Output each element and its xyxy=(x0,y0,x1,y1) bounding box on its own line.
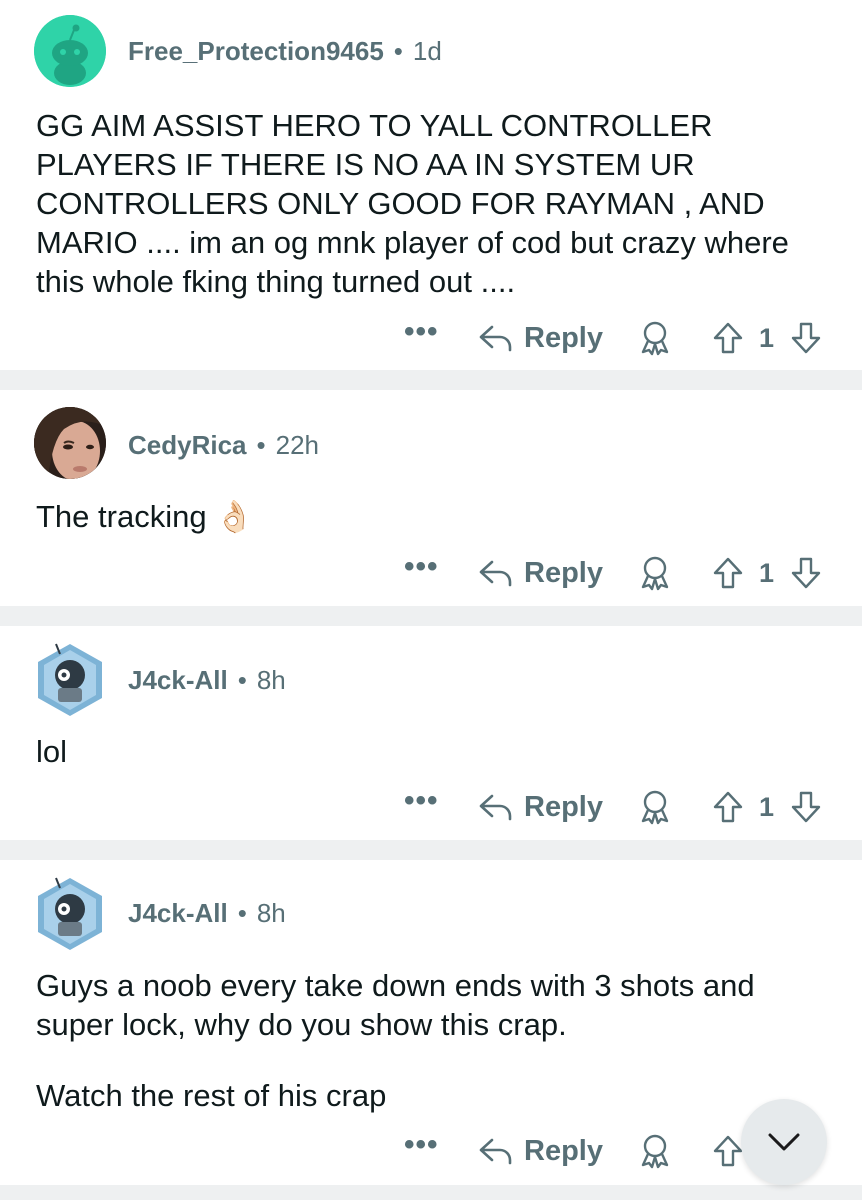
hexagon-character-icon xyxy=(38,643,102,716)
comment-meta: J4ck-All • 8h xyxy=(128,898,286,929)
more-options-button[interactable]: ••• xyxy=(404,542,439,592)
upvote-button[interactable] xyxy=(712,1126,744,1176)
comment-divider xyxy=(0,370,862,390)
reply-button[interactable]: Reply xyxy=(478,313,603,363)
scroll-down-button[interactable] xyxy=(741,1099,827,1185)
meta-separator: • xyxy=(393,36,403,66)
comment-meta: CedyRica • 22h xyxy=(128,430,319,461)
portrait-photo-icon xyxy=(34,407,106,479)
reply-button[interactable]: Reply xyxy=(478,1126,603,1176)
comment: Free_Protection9465 • 1d GG AIM ASSIST HER… xyxy=(0,0,862,370)
downvote-button[interactable] xyxy=(790,313,822,363)
upvote-button[interactable] xyxy=(712,548,744,598)
upvote-arrow-icon xyxy=(713,322,743,354)
reply-label: Reply xyxy=(524,790,603,823)
username[interactable]: J4ck-All xyxy=(128,898,228,928)
downvote-button[interactable] xyxy=(790,782,822,832)
comment-actions: ••• Reply 1 xyxy=(0,548,862,598)
award-icon xyxy=(641,790,669,825)
downvote-button[interactable] xyxy=(790,548,822,598)
award-button[interactable] xyxy=(638,782,672,832)
reply-arrow-icon xyxy=(479,325,512,352)
avatar[interactable] xyxy=(34,407,106,479)
vote-count: 1 xyxy=(759,557,775,588)
comment-divider xyxy=(0,1185,862,1200)
reply-label: Reply xyxy=(524,321,603,354)
reply-arrow-icon xyxy=(479,560,512,587)
comment-divider xyxy=(0,840,862,860)
upvote-arrow-icon xyxy=(713,1135,743,1167)
reply-label: Reply xyxy=(524,1134,603,1167)
downvote-arrow-icon xyxy=(791,557,821,589)
upvote-button[interactable] xyxy=(712,313,744,363)
comment: J4ck-All • 8h lol ••• Reply 1 xyxy=(0,626,862,840)
upvote-arrow-icon xyxy=(713,791,743,823)
vote-count: 1 xyxy=(759,322,775,353)
comment: CedyRica • 22h The tracking 👌🏻 ••• Reply 1 xyxy=(0,390,862,606)
downvote-arrow-icon xyxy=(791,322,821,354)
upvote-arrow-icon xyxy=(713,557,743,589)
reply-arrow-icon xyxy=(479,1138,512,1165)
username[interactable]: CedyRica xyxy=(128,430,247,460)
reddit-snoo-avatar-icon xyxy=(34,15,106,87)
more-options-button[interactable]: ••• xyxy=(404,1120,439,1170)
award-icon xyxy=(641,321,669,356)
more-options-button[interactable]: ••• xyxy=(404,776,439,826)
vote-count: 1 xyxy=(759,791,775,822)
meta-separator: • xyxy=(237,665,247,695)
username[interactable]: Free_Protection9465 xyxy=(128,36,384,66)
comment-body: Watch the rest of his crap xyxy=(36,1078,387,1113)
reply-arrow-icon xyxy=(479,794,512,821)
reply-button[interactable]: Reply xyxy=(478,548,603,598)
more-options-button[interactable]: ••• xyxy=(404,307,439,357)
comment-actions: ••• Reply 1 xyxy=(0,782,862,832)
meta-separator: • xyxy=(237,898,247,928)
comment-age: 8h xyxy=(256,665,286,695)
upvote-button[interactable] xyxy=(712,782,744,832)
award-icon xyxy=(641,556,669,591)
avatar[interactable] xyxy=(34,876,106,950)
reply-button[interactable]: Reply xyxy=(478,782,603,832)
avatar[interactable] xyxy=(34,15,106,87)
comment-body: lol xyxy=(36,734,68,769)
comment-actions: ••• Reply xyxy=(0,1126,862,1176)
award-button[interactable] xyxy=(638,1126,672,1176)
award-icon xyxy=(641,1134,669,1169)
comment-age: 1d xyxy=(412,36,442,66)
hexagon-character-icon xyxy=(38,877,102,950)
comment-age: 22h xyxy=(275,430,319,460)
chevron-down-icon xyxy=(768,1133,800,1151)
avatar[interactable] xyxy=(34,642,106,716)
comment-actions: ••• Reply 1 xyxy=(0,313,862,363)
comment-body: The tracking 👌🏻 xyxy=(36,499,254,534)
username[interactable]: J4ck-All xyxy=(128,665,228,695)
reply-label: Reply xyxy=(524,556,603,589)
comment-body: Guys a noob every take down ends with 3 … xyxy=(36,968,755,1042)
comment-meta: J4ck-All • 8h xyxy=(128,665,286,696)
comment-meta: Free_Protection9465 • 1d xyxy=(128,36,442,67)
award-button[interactable] xyxy=(638,548,672,598)
comment-body: GG AIM ASSIST HERO TO YALL CONTROLLER PL… xyxy=(36,108,789,299)
downvote-arrow-icon xyxy=(791,791,821,823)
comment-divider xyxy=(0,606,862,626)
award-button[interactable] xyxy=(638,313,672,363)
meta-separator: • xyxy=(256,430,266,460)
comment: J4ck-All • 8h Guys a noob every take down … xyxy=(0,860,862,1185)
comment-age: 8h xyxy=(256,898,286,928)
